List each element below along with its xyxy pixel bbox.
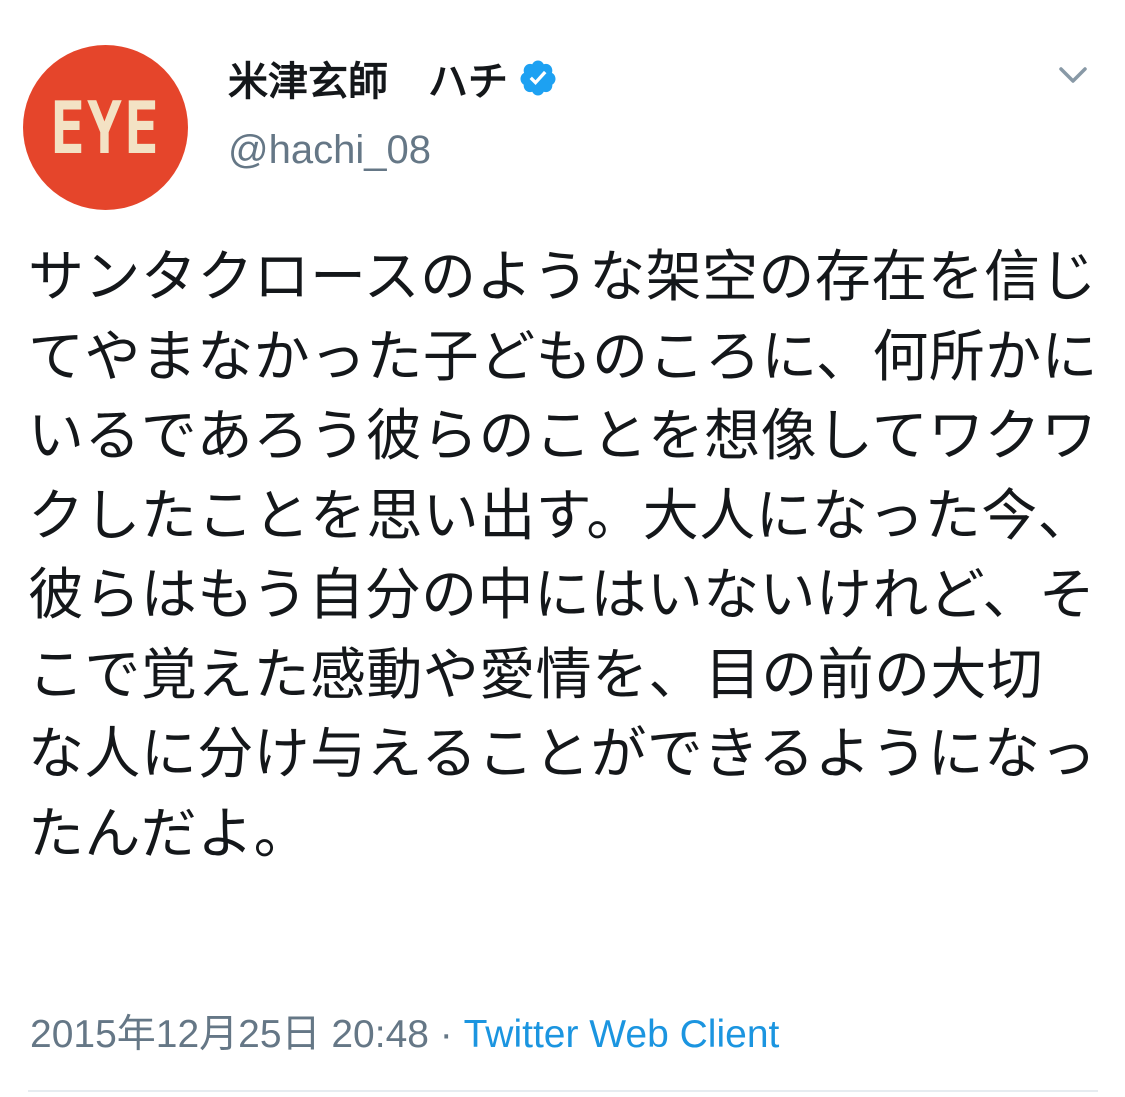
tweet-timestamp[interactable]: 2015年12月25日 20:48 (30, 1013, 429, 1056)
user-name-row[interactable]: 米津玄師 ハチ (228, 50, 558, 106)
tweet-text: サンタクロースのような架空の存在を信じてやまなかった子どものころに、何所かにいる… (28, 245, 1098, 867)
verified-badge-icon (520, 60, 556, 96)
meta-separator: · (428, 1013, 464, 1056)
avatar[interactable]: EYE (23, 45, 188, 210)
tweet-card: EYE 米津玄師 ハチ @hachi_08 サンタクロースのような架空の存在を信… (0, 0, 1125, 1097)
display-name[interactable]: 米津玄師 ハチ (228, 49, 508, 107)
client-link[interactable]: Twitter Web Client (464, 1013, 780, 1056)
avatar-logo-text: EYE (50, 85, 161, 170)
user-handle[interactable]: @hachi_08 (228, 128, 431, 173)
divider (28, 1090, 1098, 1092)
chevron-down-icon[interactable] (1053, 60, 1093, 90)
tweet-meta: 2015年12月25日 20:48 · Twitter Web Client (30, 1003, 779, 1059)
